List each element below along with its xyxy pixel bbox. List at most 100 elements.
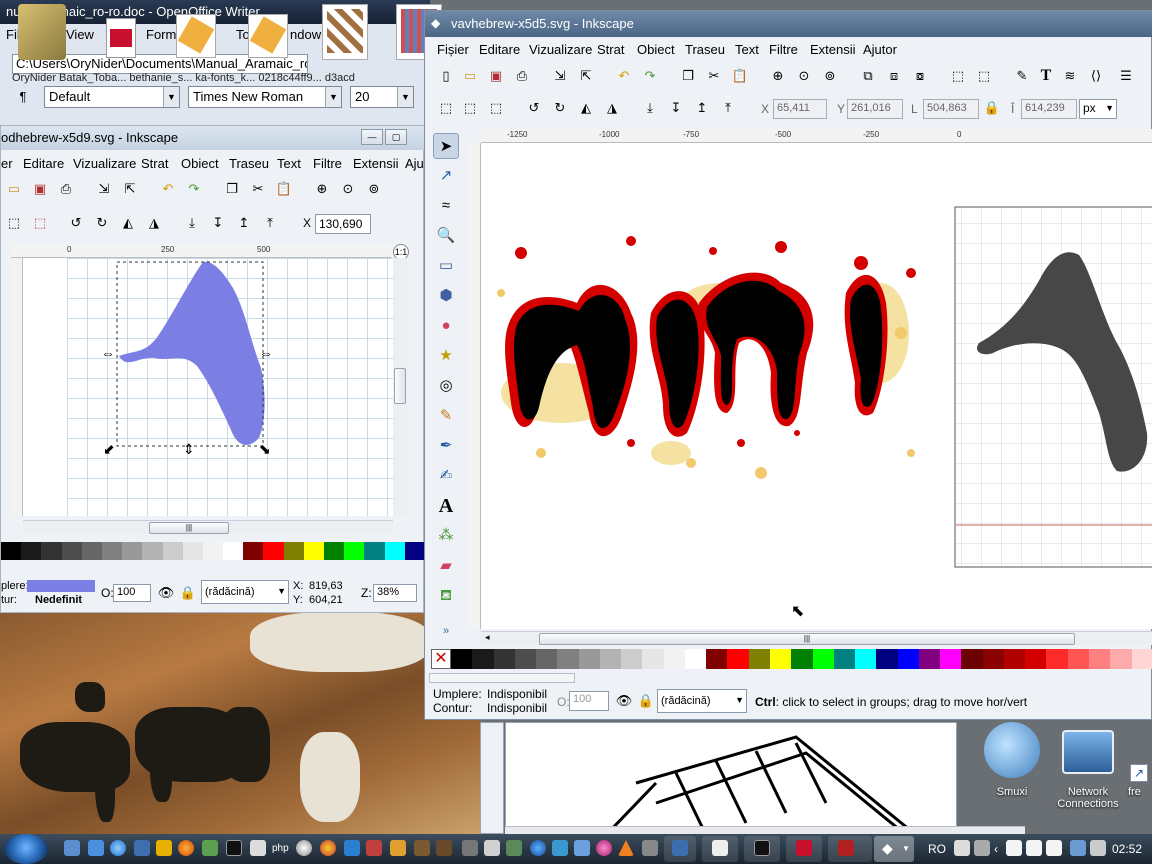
lock-ratio-icon[interactable]: 🔒	[983, 99, 1001, 117]
spiral-tool-icon[interactable]: ◎	[433, 373, 459, 399]
menu-edit[interactable]: Editare	[479, 42, 520, 57]
app-icon[interactable]	[506, 840, 522, 856]
menu-format[interactable]: Form	[146, 27, 176, 42]
flip-vertical-icon[interactable]: ◮	[603, 99, 621, 117]
star-tool-icon[interactable]: ★	[433, 343, 459, 369]
lower-icon[interactable]: ↧	[209, 214, 227, 232]
taskbar-button-app[interactable]	[828, 836, 872, 862]
tray-icon[interactable]	[1026, 840, 1042, 856]
tray-icon[interactable]	[954, 840, 970, 856]
app-icon[interactable]	[436, 840, 452, 856]
text-font-icon[interactable]: T	[1037, 67, 1055, 85]
menu-filters[interactable]: Filtre	[313, 156, 342, 171]
zoom-tool-icon[interactable]: 🔍	[433, 223, 459, 249]
lower-window-scrollbar[interactable]	[505, 826, 1025, 834]
menu-text[interactable]: Text	[277, 156, 301, 171]
vertical-scrollbar[interactable]	[393, 258, 407, 516]
start-button-icon[interactable]	[4, 834, 48, 864]
selector-tool-icon[interactable]: ➤	[433, 133, 459, 159]
zoom-page-icon[interactable]: ⊚	[365, 180, 383, 198]
app-icon[interactable]	[462, 840, 478, 856]
save-icon[interactable]: ▣	[31, 180, 49, 198]
minimize-button[interactable]: —	[361, 129, 383, 145]
paint-bucket-tool-icon[interactable]: ⛾	[433, 583, 459, 609]
paste-icon[interactable]: 📋	[275, 180, 293, 198]
shortcut-arrow-icon[interactable]: ↗	[1130, 764, 1148, 782]
opacity-field[interactable]: 100	[113, 584, 151, 602]
pdf-document-icon[interactable]	[106, 18, 136, 58]
lock-icon[interactable]: 🔒	[637, 692, 655, 710]
tray-icon[interactable]	[974, 840, 990, 856]
menu-help[interactable]: Aju	[405, 156, 424, 171]
y-field[interactable]: 261,016	[847, 99, 903, 119]
3d-box-tool-icon[interactable]: ⬢	[433, 283, 459, 309]
select-all-icon[interactable]: ⬚	[437, 99, 455, 117]
align-distribute-icon[interactable]: ☰	[1117, 67, 1135, 85]
color-palette[interactable]	[451, 649, 1152, 669]
pencil-tool-icon[interactable]: ✎	[433, 403, 459, 429]
menu-filters[interactable]: Filtre	[769, 42, 798, 57]
rotate-cw-icon[interactable]: ↻	[93, 214, 111, 232]
tray-icon[interactable]	[1046, 840, 1062, 856]
raise-to-top-icon[interactable]: ⤒	[719, 99, 737, 117]
menu-view[interactable]: Vizualizare	[73, 156, 136, 171]
lower-icon[interactable]: ↧	[667, 99, 685, 117]
zoom-field[interactable]: 38%	[373, 584, 417, 602]
raise-to-top-icon[interactable]: ⤒	[261, 214, 279, 232]
rotate-cw-icon[interactable]: ↻	[551, 99, 569, 117]
tweak-tool-icon[interactable]: ≈	[433, 193, 459, 219]
app-icon[interactable]	[552, 840, 568, 856]
show-desktop-icon[interactable]	[64, 840, 80, 856]
language-indicator[interactable]: RO	[928, 842, 946, 856]
taskbar-button-writer[interactable]	[702, 836, 738, 862]
select-in-all-layers-icon[interactable]: ⬚	[31, 214, 49, 232]
document-icon[interactable]	[248, 14, 288, 58]
canvas[interactable]: ⇔ ⇔ ⬋ ⇕ ⬊	[23, 258, 393, 516]
layer-select[interactable]: (rădăcină) ▼	[201, 580, 289, 604]
network-connections-label[interactable]: Network Connections	[1050, 786, 1126, 810]
opacity-field[interactable]: 100	[569, 691, 609, 711]
network-connections-icon[interactable]	[1062, 730, 1114, 774]
fill-stroke-icon[interactable]: ✎	[1013, 67, 1031, 85]
app-icon[interactable]	[390, 840, 406, 856]
cut-icon[interactable]: ✂	[705, 67, 723, 85]
disc-icon[interactable]	[296, 840, 312, 856]
paste-icon[interactable]: 📋	[731, 67, 749, 85]
app-icon[interactable]	[366, 840, 382, 856]
paragraph-style-select[interactable]: Default ▼	[44, 86, 180, 108]
scroll-thumb[interactable]: |||	[539, 633, 1075, 645]
x-field[interactable]: 65,411	[773, 99, 827, 119]
x-field[interactable]: 130,690	[315, 214, 371, 234]
media-player-icon[interactable]	[156, 840, 172, 856]
palette-scrollbar[interactable]	[429, 673, 575, 683]
scroll-thumb[interactable]: |||	[149, 522, 229, 534]
ellipse-tool-icon[interactable]: ●	[433, 313, 459, 339]
vlc-icon[interactable]	[618, 840, 634, 856]
horizontal-scrollbar[interactable]: |||	[23, 520, 393, 534]
import-icon[interactable]: ⇲	[551, 67, 569, 85]
clone-icon[interactable]: ⧈	[885, 67, 903, 85]
menu-text[interactable]: Text	[735, 42, 759, 57]
tray-icon[interactable]	[1006, 840, 1022, 856]
clock[interactable]: 02:52	[1112, 842, 1142, 856]
eye-icon[interactable]: 👁	[157, 584, 175, 602]
menu-path[interactable]: Traseu	[229, 156, 269, 171]
volume-icon[interactable]	[1090, 840, 1106, 856]
zoom-selection-icon[interactable]: ⊕	[313, 180, 331, 198]
menu-extensions[interactable]: Extensii	[810, 42, 856, 57]
lower-to-bottom-icon[interactable]: ⤓	[183, 214, 201, 232]
import-icon[interactable]: ⇲	[95, 180, 113, 198]
eye-icon[interactable]: 👁	[615, 692, 633, 710]
globe-icon[interactable]	[530, 840, 546, 856]
app-icon[interactable]	[574, 840, 590, 856]
taskbar-button-save[interactable]	[664, 836, 696, 862]
app-icon[interactable]	[642, 840, 658, 856]
app-icon[interactable]	[202, 840, 218, 856]
spray-tool-icon[interactable]: ⁂	[433, 523, 459, 549]
redo-icon[interactable]: ↷	[185, 180, 203, 198]
font-name-select[interactable]: Times New Roman ▼	[188, 86, 342, 108]
xml-editor-icon[interactable]: ⟨⟩	[1087, 67, 1105, 85]
canvas[interactable]: ⬉	[481, 143, 1152, 629]
taskbar-button-pdf[interactable]	[786, 836, 822, 862]
menu-layer[interactable]: Strat	[597, 42, 624, 57]
